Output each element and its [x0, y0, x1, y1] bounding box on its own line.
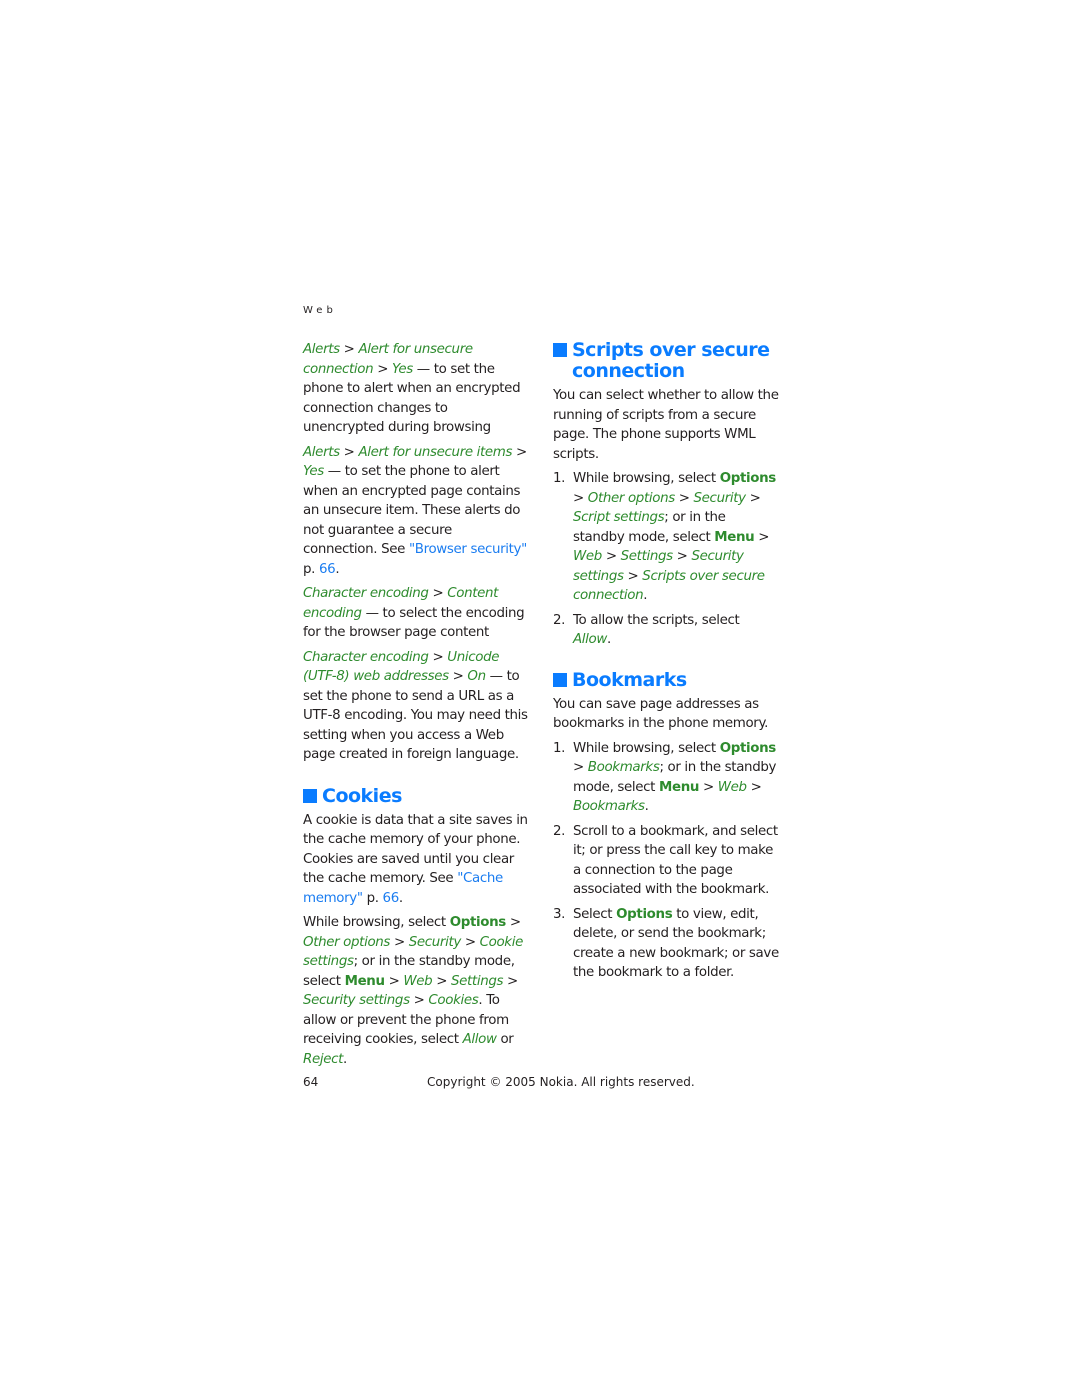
scripts-steps: 1. While browsing, select Options > Othe… [553, 469, 779, 650]
menu-path: Other options [587, 490, 675, 506]
menu-path: Reject [303, 1051, 344, 1067]
scripts-heading: Scripts over secure connection [553, 340, 779, 382]
running-header: Web [303, 305, 337, 316]
punctuation: . [643, 588, 648, 603]
utf8-addresses-item: Character encoding > Unicode (UTF-8) web… [303, 649, 528, 763]
content-encoding-item: Character encoding > Content encoding — … [303, 586, 525, 640]
menu-path: Yes [303, 464, 324, 479]
menu-path: Allow [573, 632, 607, 647]
alert-unsecure-items-item: Alerts > Alert for unsecure items > Yes … [303, 444, 527, 577]
menu-path: Alerts [303, 444, 340, 460]
menu-key: Menu [344, 973, 385, 989]
menu-key: Menu [658, 779, 700, 795]
page-prefix: p. [303, 561, 319, 577]
heading-text: Scripts over secure connection [572, 339, 770, 382]
section-square-icon [553, 672, 567, 687]
copyright: Copyright © 2005 Nokia. All rights reser… [427, 1075, 695, 1089]
menu-path: Alert for unsecure items [358, 444, 513, 460]
cookies-heading: Cookies [303, 784, 529, 807]
left-column: Alerts > Alert for unsecure connection >… [303, 340, 529, 1074]
step-number: 3. [553, 906, 566, 922]
menu-path: Character encoding [303, 649, 429, 665]
menu-path: Yes [391, 361, 413, 377]
menu-path: Bookmarks [573, 799, 645, 814]
list-item: 2. Scroll to a bookmark, and select it; … [553, 822, 779, 900]
step-number: 1. [553, 471, 566, 486]
punctuation: . [398, 890, 403, 906]
cookies-intro: A cookie is data that a site saves in th… [303, 811, 529, 909]
step-text: Scroll to a bookmark, and select it; or … [573, 823, 778, 898]
menu-path: Allow [462, 1032, 497, 1047]
options-key: Options [449, 915, 507, 930]
heading-text: Bookmarks [572, 668, 687, 691]
menu-path: Web [717, 779, 747, 795]
section-square-icon [303, 788, 317, 803]
menu-path: Security [408, 934, 462, 950]
alert-unsecure-connection-item: Alerts > Alert for unsecure connection >… [303, 342, 521, 435]
bookmarks-steps: 1. While browsing, select Options > Book… [553, 739, 779, 983]
list-item: 1. While browsing, select Options > Othe… [553, 469, 779, 606]
step-number: 1. [553, 740, 566, 756]
page-link[interactable]: 66 [383, 891, 400, 906]
section-square-icon [553, 343, 567, 357]
text: While browsing, select [303, 915, 450, 930]
page-link[interactable]: 66 [319, 562, 336, 577]
options-key: Options [719, 471, 777, 486]
menu-path: Web [403, 973, 433, 989]
text: While browsing, select [573, 471, 720, 486]
options-key: Options [719, 740, 777, 756]
text: To allow the scripts, select [573, 612, 740, 628]
menu-path: On [467, 669, 486, 684]
menu-path: Character encoding [303, 586, 429, 601]
step-text: Select Options to view, edit, delete, or… [573, 905, 779, 983]
menu-path: Bookmarks [587, 760, 660, 775]
step-text: While browsing, select Options > Bookmar… [573, 740, 777, 815]
page-prefix: p. [362, 890, 383, 906]
scripts-intro: You can select whether to allow the runn… [553, 388, 779, 462]
text: Select [573, 906, 617, 922]
cookies-instructions: While browsing, select Options > Other o… [303, 915, 523, 1067]
page-number: 64 [303, 1075, 319, 1089]
text: While browsing, select [573, 740, 720, 756]
step-text: While browsing, select Options > Other o… [573, 471, 777, 603]
menu-path: Settings [450, 973, 504, 989]
list-item: 1. While browsing, select Options > Book… [553, 739, 779, 817]
menu-path: Settings [620, 549, 673, 564]
menu-path: Security [693, 490, 747, 506]
right-column: Scripts over secure connection You can s… [553, 340, 779, 988]
list-item: 2. To allow the scripts, select Allow. [553, 611, 779, 650]
menu-path: Security settings [303, 993, 410, 1008]
bookmarks-intro: You can save page addresses as bookmarks… [553, 696, 769, 732]
punctuation: . [343, 1051, 347, 1067]
list-item: 3. Select Options to view, edit, delete,… [553, 905, 779, 983]
menu-path: Alerts [303, 342, 340, 357]
punctuation: . [607, 632, 611, 647]
punctuation: . [335, 561, 340, 577]
heading-text: Cookies [322, 784, 402, 807]
text: or [496, 1032, 514, 1047]
menu-path: Cookies [428, 993, 479, 1008]
bookmarks-heading: Bookmarks [553, 668, 779, 691]
menu-key: Menu [714, 529, 755, 545]
browser-security-link[interactable]: "Browser security" [409, 542, 527, 557]
menu-path: Web [573, 549, 602, 564]
menu-path: Script settings [573, 510, 665, 525]
step-number: 2. [553, 823, 566, 839]
options-key: Options [616, 906, 673, 922]
punctuation: . [644, 799, 649, 814]
menu-path: Other options [303, 934, 391, 950]
step-number: 2. [553, 612, 566, 628]
step-text: To allow the scripts, select Allow. [573, 611, 779, 650]
